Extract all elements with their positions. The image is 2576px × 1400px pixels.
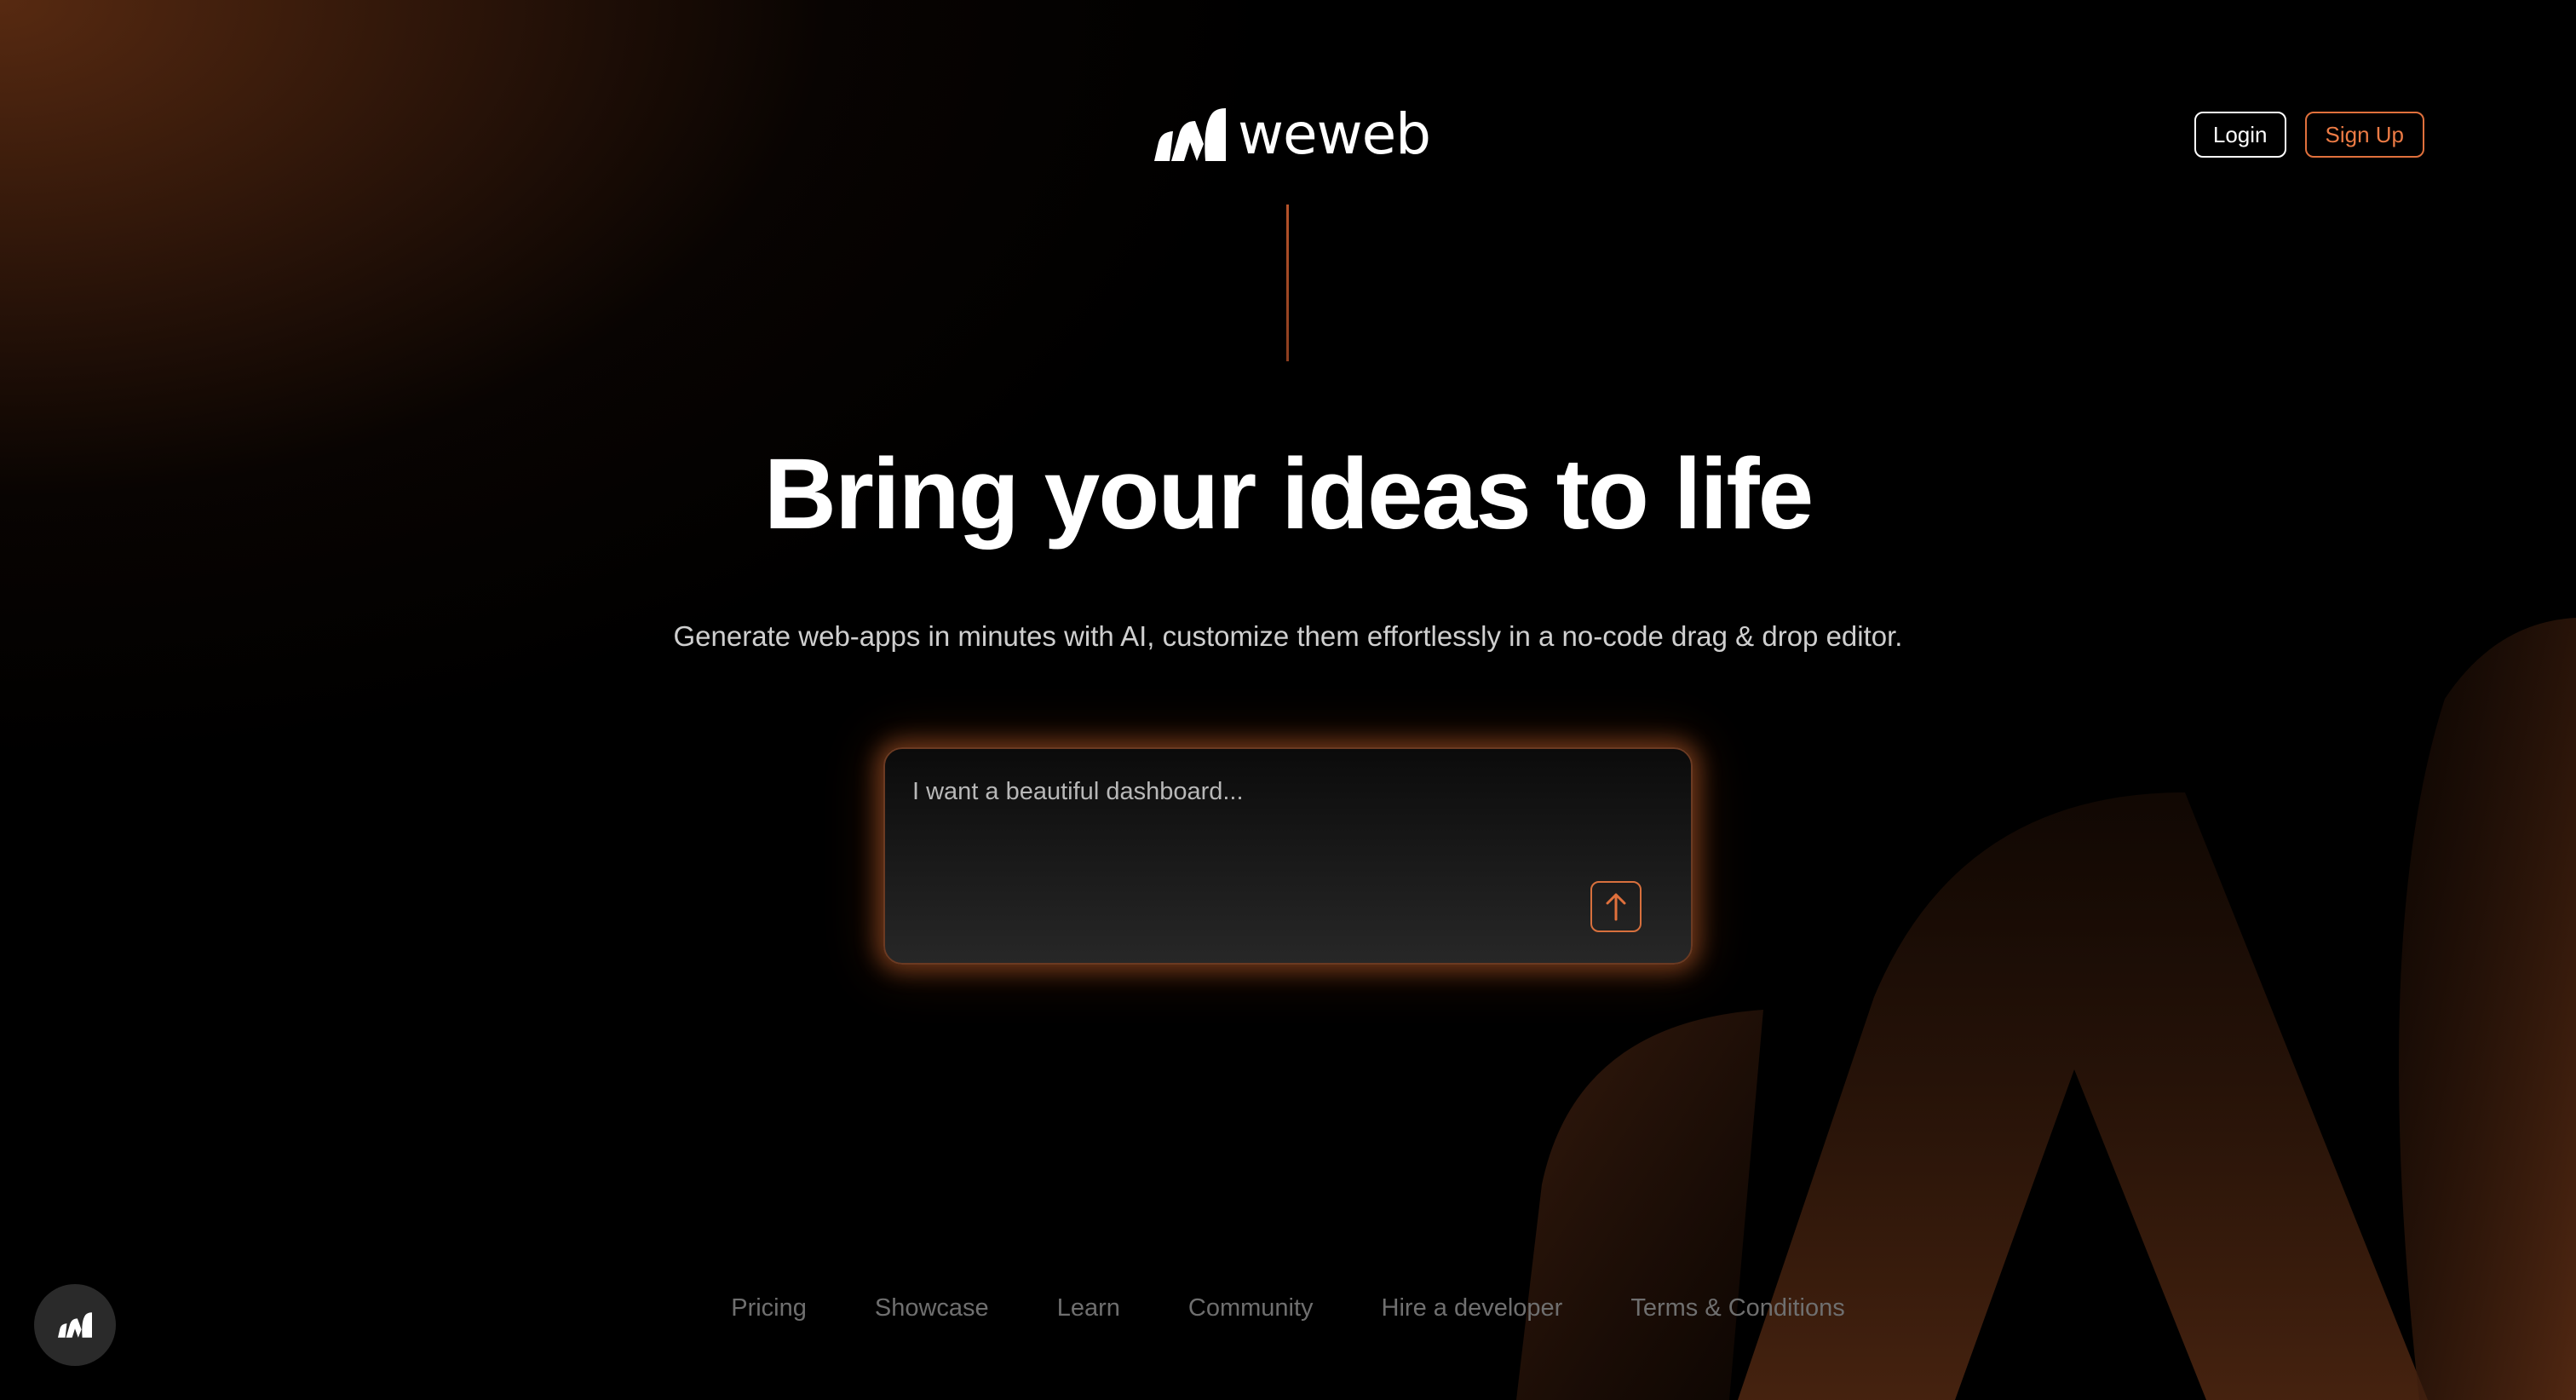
floating-weweb-button[interactable] [34,1284,116,1366]
brand-logo-text: weweb [1238,101,1431,167]
weweb-logo-icon [1154,108,1226,161]
hero-title: Bring your ideas to life [763,438,1814,550]
prompt-submit-button[interactable] [1590,881,1642,932]
footer-link-community[interactable]: Community [1188,1291,1314,1325]
footer-nav: Pricing Showcase Learn Community Hire a … [0,1291,2576,1325]
arrow-up-icon [1606,893,1626,921]
hero-subtitle: Generate web-apps in minutes with AI, cu… [673,620,1903,652]
brand-logo[interactable]: weweb [1154,101,1431,167]
signup-button[interactable]: Sign Up [2304,112,2424,158]
prompt-input[interactable] [912,775,1645,809]
auth-buttons: Login Sign Up [2194,112,2424,158]
footer-link-hire-developer[interactable]: Hire a developer [1382,1291,1563,1325]
hero-divider-line [1286,205,1289,361]
ai-prompt-box [883,747,1693,965]
footer-link-terms[interactable]: Terms & Conditions [1630,1291,1844,1325]
weweb-logo-icon [58,1312,92,1338]
landing-page: weweb Login Sign Up Bring your ideas to … [0,0,2576,1400]
footer-link-showcase[interactable]: Showcase [875,1291,989,1325]
footer-link-pricing[interactable]: Pricing [731,1291,807,1325]
footer-link-learn[interactable]: Learn [1057,1291,1120,1325]
login-button[interactable]: Login [2194,112,2286,158]
